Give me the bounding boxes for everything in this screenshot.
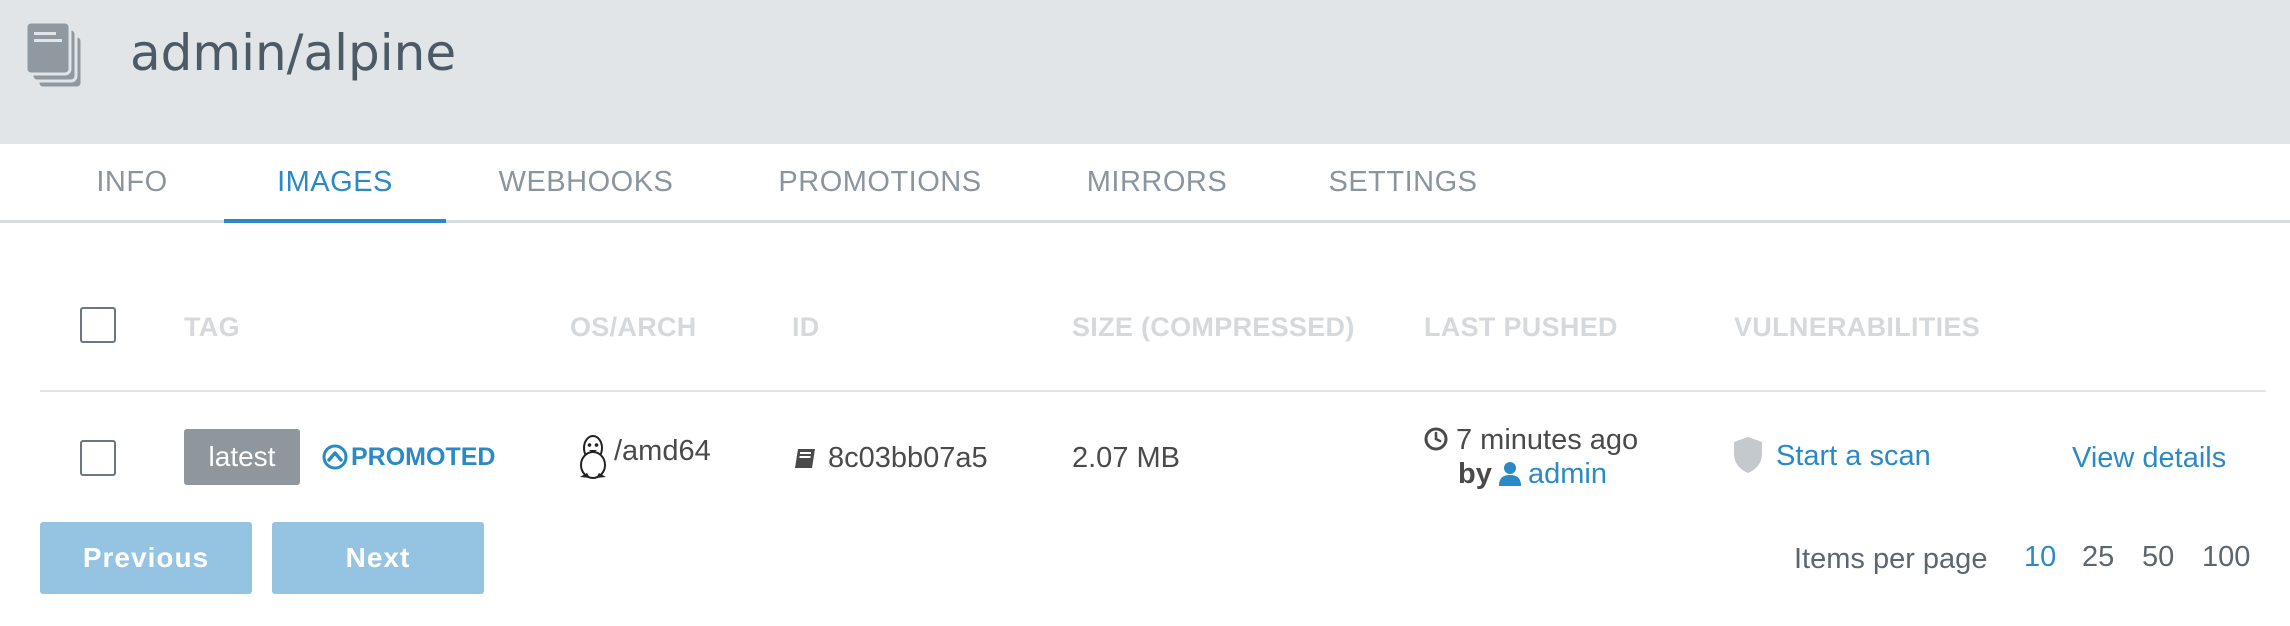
tab-promotions[interactable]: PROMOTIONS [770, 144, 990, 220]
column-header-id: ID [792, 312, 820, 342]
promoted-badge: PROMOTED [322, 441, 495, 473]
column-header-tag: TAG [184, 312, 240, 342]
column-header-size: SIZE (COMPRESSED) [1072, 312, 1355, 342]
image-id-value: 8c03bb07a5 [828, 442, 988, 474]
clock-icon [1424, 427, 1448, 451]
pushed-by-user-link[interactable]: admin [1528, 456, 1607, 492]
tag-badge[interactable]: latest [184, 429, 300, 485]
promoted-icon [322, 444, 348, 470]
column-header-vulnerabilities: VULNERABILITIES [1734, 312, 1981, 342]
page-title: admin/alpine [130, 24, 457, 82]
pushed-by-prefix: by [1458, 458, 1492, 490]
items-per-page-50[interactable]: 50 [2142, 539, 2174, 575]
row-select-checkbox[interactable] [80, 440, 116, 476]
previous-button[interactable]: Previous [40, 522, 252, 594]
start-scan-link[interactable]: Start a scan [1776, 438, 1931, 474]
os-arch-value: /amd64 [614, 435, 711, 467]
tab-mirrors[interactable]: MIRRORS [1082, 144, 1232, 220]
column-header-last-pushed: LAST PUSHED [1424, 312, 1618, 342]
tab-settings[interactable]: SETTINGS [1320, 144, 1486, 220]
shield-icon [1732, 436, 1764, 474]
last-pushed-value: 7 minutes ago [1456, 424, 1639, 456]
table-header-divider [40, 390, 2266, 392]
tab-info[interactable]: INFO [62, 144, 202, 220]
view-details-link[interactable]: View details [2072, 440, 2226, 476]
tab-images[interactable]: IMAGES [224, 144, 446, 223]
user-icon [1498, 461, 1522, 487]
repo-tabs: INFO IMAGES WEBHOOKS PROMOTIONS MIRRORS … [0, 144, 2290, 223]
items-per-page-10[interactable]: 10 [2024, 539, 2056, 575]
items-per-page-label: Items per page [1794, 543, 1988, 575]
items-per-page-25[interactable]: 25 [2082, 539, 2114, 575]
tab-webhooks[interactable]: WEBHOOKS [480, 144, 692, 220]
next-button[interactable]: Next [272, 522, 484, 594]
linux-tux-icon [576, 434, 610, 480]
items-per-page-100[interactable]: 100 [2202, 539, 2250, 575]
image-id-icon [792, 446, 818, 472]
repo-header: admin/alpine [0, 0, 2290, 144]
column-header-os-arch: OS/ARCH [570, 312, 697, 342]
promoted-label: PROMOTED [351, 443, 496, 471]
repository-stack-icon [22, 20, 100, 100]
select-all-checkbox[interactable] [80, 307, 116, 343]
size-value: 2.07 MB [1072, 442, 1180, 474]
